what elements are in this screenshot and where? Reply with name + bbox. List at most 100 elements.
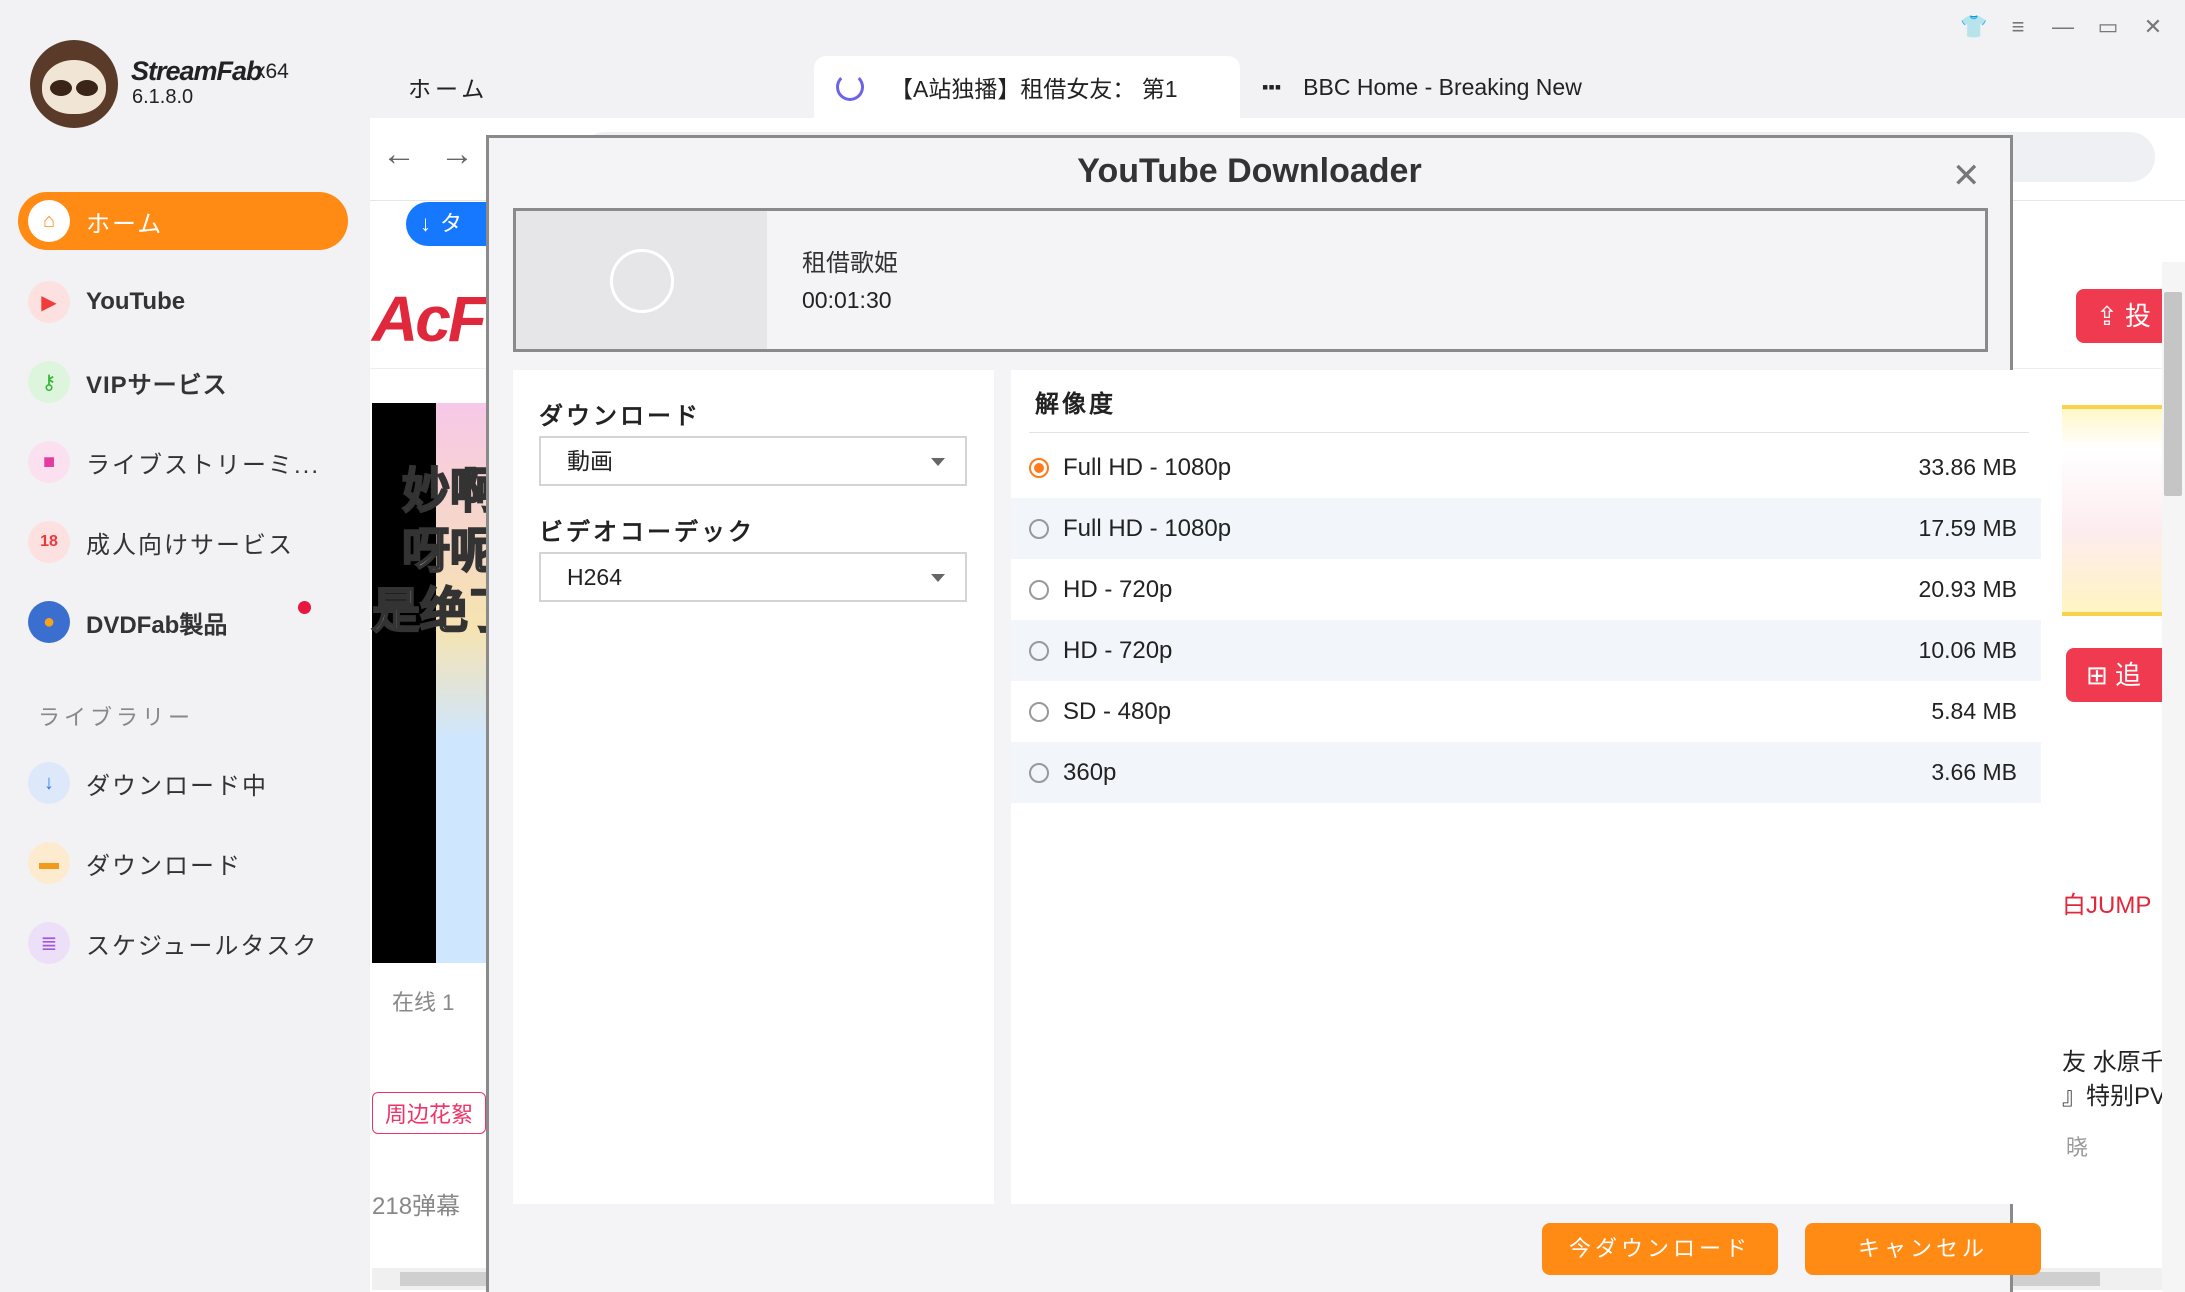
codec-select[interactable]: H264 [539,552,967,602]
sloth-placeholder-icon [610,249,674,313]
tab-home[interactable]: ホーム [380,56,800,118]
download-type-select[interactable]: 動画 [539,436,967,486]
danmaku-count: 218弹幕 [372,1193,461,1220]
resolution-name: Full HD - 1080p [1063,514,1232,542]
upload-icon: ⇪ [2096,301,2126,331]
tab-label: ホーム [408,76,489,102]
resolution-size: 3.66 MB [1931,759,2017,785]
plus-icon: ⊞ [2086,660,2116,690]
sidebar-item-dvdfab[interactable]: ● DVDFab製品 [18,593,348,651]
video-thumbnail [516,211,767,349]
key-icon: ⚷ [28,361,70,403]
camera-icon: ■ [28,441,70,483]
sidebar-item-label: ダウンロード中 [86,772,268,800]
sidebar-item-adult[interactable]: 18 成人向けサービス [18,513,348,571]
home-icon: ⌂ [28,200,70,242]
radio-icon[interactable] [1029,762,1049,783]
online-count: 在线 1 [392,990,455,1015]
video-title: 租借歌姫 [802,250,898,277]
sidebar-item-downloading[interactable]: ↓ ダウンロード中 [18,754,348,812]
forward-icon[interactable]: → [440,135,474,174]
video-info-card: 租借歌姫 00:01:30 [513,208,1988,352]
tag-badge[interactable]: 周边花絮 [372,1092,487,1134]
tab-acfun[interactable]: 【A站独播】租借女友： 第1 [814,56,1240,118]
chevron-down-icon [931,574,945,582]
maximize-icon[interactable]: ▭ [2095,14,2121,40]
follow-button[interactable]: ⊞ 追 [2066,648,2176,702]
app-version: 6.1.8.0 [132,86,194,108]
tab-label: 【A站独播】租借女友： 第1 [890,76,1178,102]
codec-label: ビデオコーデック [539,519,755,546]
minimize-icon[interactable]: — [2050,14,2076,40]
resolution-name: HD - 720p [1063,575,1173,603]
download-type-value: 動画 [567,448,613,474]
resolution-panel: 解像度 Full HD - 1080p 33.86 MB Full HD - 1… [1011,370,2041,1204]
download-arrow-icon: ↓ [28,762,70,804]
download-arrow-icon: ↓ [420,211,431,236]
sidebar-item-label: DVDFab製品 [86,611,228,639]
resolution-size: 10.06 MB [1918,637,2017,663]
notification-dot [298,601,311,614]
resolution-option[interactable]: Full HD - 1080p 17.59 MB [1011,498,2041,559]
sidebar-item-label: ホーム [86,210,164,238]
blue-button-label: タ [440,211,463,236]
sidebar-item-label: スケジュールタスク [86,932,319,960]
resolution-label: 解像度 [1035,391,1116,418]
video-duration: 00:01:30 [802,287,892,313]
sidebar-item-label: ダウンロード [86,852,242,880]
radio-icon[interactable] [1029,518,1049,539]
sidebar-item-label: ライブストリーミ... [86,451,321,479]
youtube-downloader-dialog: YouTube Downloader ✕ 租借歌姫 00:01:30 ダウンロー… [486,135,2041,1292]
resolution-size: 5.84 MB [1931,698,2017,724]
resolution-size: 20.93 MB [1918,576,2017,602]
radio-icon[interactable] [1029,640,1049,661]
sidebar-item-live[interactable]: ■ ライブストリーミ... [18,433,348,491]
download-now-button[interactable]: 今ダウンロード [1542,1223,1778,1275]
back-icon[interactable]: ← [382,135,416,174]
schedule-icon: ≣ [28,922,70,964]
menu-icon[interactable]: ≡ [2005,14,2031,40]
brand-name: StreamFab [131,56,263,86]
resolution-option[interactable]: Full HD - 1080p 33.86 MB [1011,437,2041,498]
resolution-name: Full HD - 1080p [1063,453,1232,481]
dvdfab-icon: ● [28,601,70,643]
right-text-2[interactable]: 』特别PV [2062,1076,2166,1111]
right-text-1[interactable]: 友 水原千 [2062,1042,2165,1077]
sidebar-item-youtube[interactable]: ▶ YouTube [18,273,348,331]
sidebar-item-label: 成人向けサービス [86,531,294,559]
divider [1029,432,2029,433]
banner-image[interactable] [2062,405,2162,616]
resolution-option[interactable]: HD - 720p 20.93 MB [1011,559,2041,620]
library-heading: ライブラリー [38,705,195,730]
youtube-icon: ▶ [28,281,70,323]
sidebar-item-label: YouTube [86,288,186,315]
radio-selected-icon[interactable] [1029,457,1049,478]
bbc-icon: ▪▪▪ [1262,76,1282,97]
sidebar-item-vip[interactable]: ⚷ VIPサービス [18,353,348,411]
sidebar-item-label: VIPサービス [86,371,228,399]
sidebar-item-home[interactable]: ⌂ ホーム [18,192,348,250]
folder-icon: ▬ [28,842,70,884]
resolution-option[interactable]: 360p 3.66 MB [1011,742,2041,803]
cancel-button[interactable]: キャンセル [1805,1223,2041,1275]
sidebar-item-downloaded[interactable]: ▬ ダウンロード [18,834,348,892]
resolution-option[interactable]: HD - 720p 10.06 MB [1011,620,2041,681]
close-icon[interactable]: ✕ [1952,156,1981,196]
jump-link[interactable]: 白JUMP [2062,885,2151,920]
resolution-option[interactable]: SD - 480p 5.84 MB [1011,681,2041,742]
tab-bbc[interactable]: ▪▪▪ BBC Home - Breaking New [1250,56,1610,118]
resolution-name: SD - 480p [1063,697,1172,725]
adult-icon: 18 [28,521,70,563]
close-window-icon[interactable]: ✕ [2140,14,2166,40]
scrollbar-thumb[interactable] [2164,292,2182,496]
chevron-down-icon [931,458,945,466]
radio-icon[interactable] [1029,701,1049,722]
dialog-title: YouTube Downloader [1077,152,1422,190]
sidebar-item-schedule[interactable]: ≣ スケジュールタスク [18,914,348,972]
sidebar: StreamFab x64 6.1.8.0 ⌂ ホーム ▶ YouTube ⚷ … [0,0,370,1292]
resolution-name: 360p [1063,758,1117,786]
app-logo [30,40,118,128]
skin-icon[interactable]: 👕 [1960,14,1987,40]
right-text-3: 晓 [2066,1135,2089,1160]
radio-icon[interactable] [1029,579,1049,600]
